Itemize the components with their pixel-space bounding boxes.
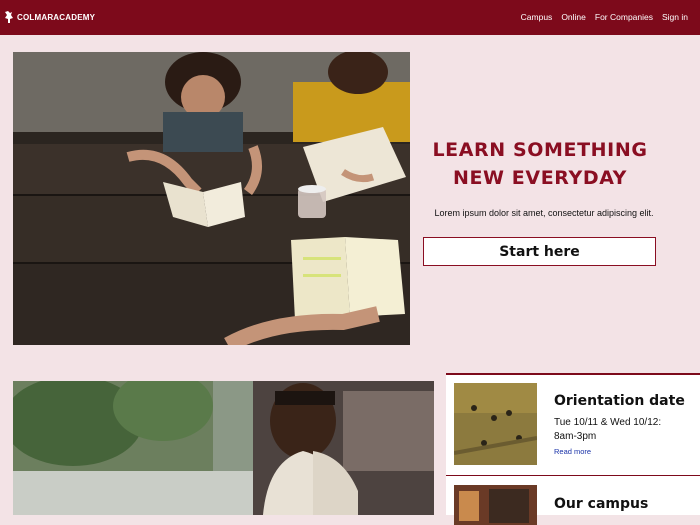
nav-campus[interactable]: Campus	[521, 12, 553, 22]
our-campus-title: Our campus	[554, 496, 649, 512]
campus-thumbnail	[454, 485, 537, 525]
top-navbar: COLMARACADEMY Campus Online For Companie…	[0, 0, 700, 35]
orientation-title: Orientation date	[554, 393, 685, 409]
orientation-card: Orientation date Tue 10/11 & Wed 10/12: …	[446, 373, 700, 476]
orientation-time: 8am-3pm	[554, 431, 597, 442]
hero-image	[13, 52, 410, 345]
nav-sign-in[interactable]: Sign in	[662, 12, 688, 22]
hero-subtitle: Lorem ipsum dolor sit amet, consectetur …	[434, 208, 654, 218]
brand-name: COLMARACADEMY	[17, 12, 96, 22]
orientation-thumbnail	[454, 383, 537, 465]
main-nav: Campus Online For Companies Sign in	[521, 12, 688, 22]
brand-logo[interactable]: COLMARACADEMY	[4, 9, 95, 25]
nav-online[interactable]: Online	[561, 12, 586, 22]
colmar-logo-icon	[5, 11, 13, 23]
read-more-link[interactable]: Read more	[554, 447, 591, 456]
orientation-details: Tue 10/11 & Wed 10/12: 8am-3pm	[554, 416, 694, 444]
campus-photo	[13, 381, 434, 515]
hero-title: LEARN SOMETHING NEW EVERYDAY	[420, 136, 660, 192]
orientation-dates: Tue 10/11 & Wed 10/12:	[554, 417, 662, 428]
hero-title-line2: NEW EVERYDAY	[452, 167, 628, 189]
our-campus-card: Our campus	[446, 475, 700, 525]
start-here-button[interactable]: Start here	[423, 237, 656, 266]
nav-for-companies[interactable]: For Companies	[595, 12, 653, 22]
hero-title-line1: LEARN SOMETHING	[432, 139, 648, 161]
